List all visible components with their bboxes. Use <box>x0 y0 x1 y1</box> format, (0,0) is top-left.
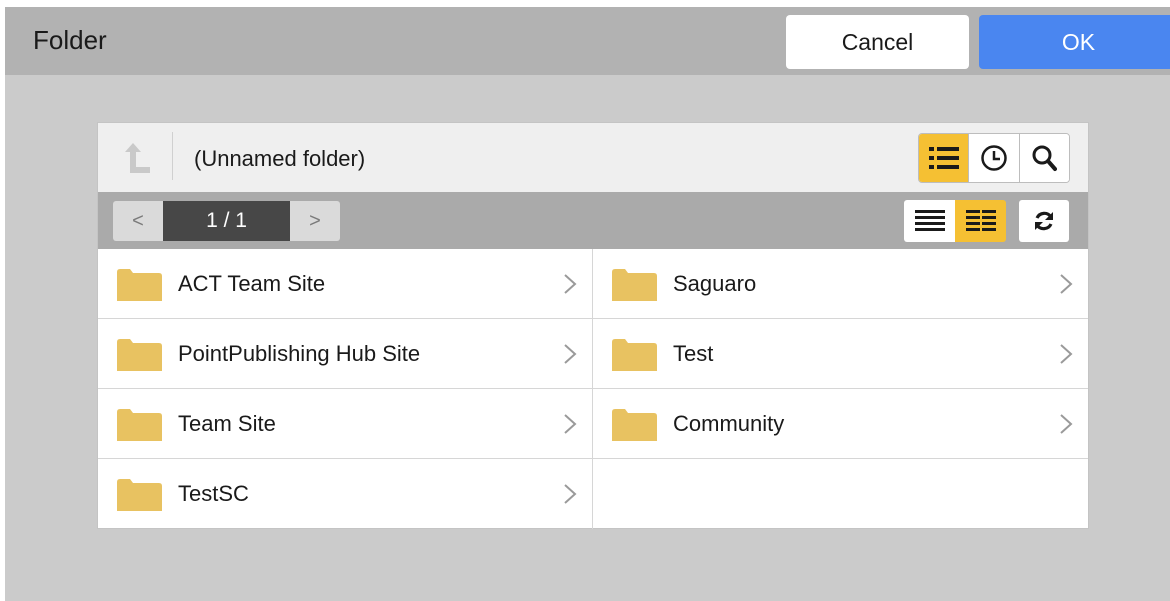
folder-name: Team Site <box>178 411 276 436</box>
folder-grid: ACT Team Site Saguaro PointPublishing Hu… <box>98 249 1088 529</box>
up-folder-button[interactable] <box>112 137 162 179</box>
clock-icon <box>981 145 1007 171</box>
folder-icon <box>117 269 162 301</box>
search-icon <box>1032 145 1058 171</box>
refresh-icon <box>1035 211 1053 231</box>
list-layout-button[interactable] <box>904 200 955 242</box>
grid-layout-icon <box>965 210 996 231</box>
folder-name: Test <box>673 341 714 366</box>
grid-layout-button[interactable] <box>955 200 1006 242</box>
recent-button[interactable] <box>969 134 1020 182</box>
folder-icon <box>117 409 162 441</box>
next-page-button[interactable]: > <box>290 201 340 241</box>
chevron-right-icon <box>1060 344 1073 364</box>
up-arrow-icon <box>125 143 150 173</box>
page-indicator: 1 / 1 <box>163 201 290 241</box>
chevron-right-icon <box>1060 414 1073 434</box>
search-button[interactable] <box>1019 134 1069 182</box>
empty-cell <box>593 459 1088 529</box>
folder-icon <box>612 339 657 371</box>
current-folder-path: (Unnamed folder) <box>194 146 366 171</box>
folder-item[interactable]: Community <box>593 389 1088 459</box>
chevron-right-icon <box>564 414 577 434</box>
folder-name: ACT Team Site <box>178 271 326 296</box>
dialog-title: Folder <box>33 25 107 55</box>
browser-toolbar: (Unnamed folder) <box>98 123 1088 192</box>
chevron-right-icon <box>564 344 577 364</box>
folder-item[interactable]: Team Site <box>98 389 593 459</box>
folder-icon <box>612 409 657 441</box>
list-layout-icon <box>914 210 945 231</box>
folder-name: Saguaro <box>673 271 757 296</box>
folder-item[interactable]: TestSC <box>98 459 593 529</box>
chevron-right-icon <box>564 484 577 504</box>
toolbar-divider <box>172 132 173 180</box>
refresh-button[interactable] <box>1019 200 1069 242</box>
folder-icon <box>117 479 162 511</box>
layout-group <box>904 200 1006 242</box>
pager-bar: < 1 / 1 > <box>98 192 1088 249</box>
ok-button[interactable]: OK <box>979 15 1170 69</box>
cancel-button[interactable]: Cancel <box>786 15 969 69</box>
folder-browser: (Unnamed folder) < 1 / 1 > ACT Team Site… <box>97 122 1089 529</box>
view-mode-group <box>918 133 1070 183</box>
folder-icon <box>612 269 657 301</box>
list-view-button[interactable] <box>919 134 970 182</box>
folder-icon <box>117 339 162 371</box>
chevron-right-icon <box>564 274 577 294</box>
folder-item[interactable]: PointPublishing Hub Site <box>98 319 593 389</box>
title-bar: Folder Cancel OK <box>5 7 1170 75</box>
prev-page-button[interactable]: < <box>113 201 163 241</box>
folder-item[interactable]: ACT Team Site <box>98 249 593 319</box>
folder-name: TestSC <box>178 481 249 506</box>
folder-dialog: Folder Cancel OK (Unnamed folder) < 1 / … <box>5 7 1170 601</box>
list-icon <box>928 147 959 169</box>
chevron-right-icon <box>1060 274 1073 294</box>
folder-name: PointPublishing Hub Site <box>178 341 421 366</box>
folder-item[interactable]: Saguaro <box>593 249 1088 319</box>
folder-name: Community <box>673 411 785 436</box>
folder-item[interactable]: Test <box>593 319 1088 389</box>
